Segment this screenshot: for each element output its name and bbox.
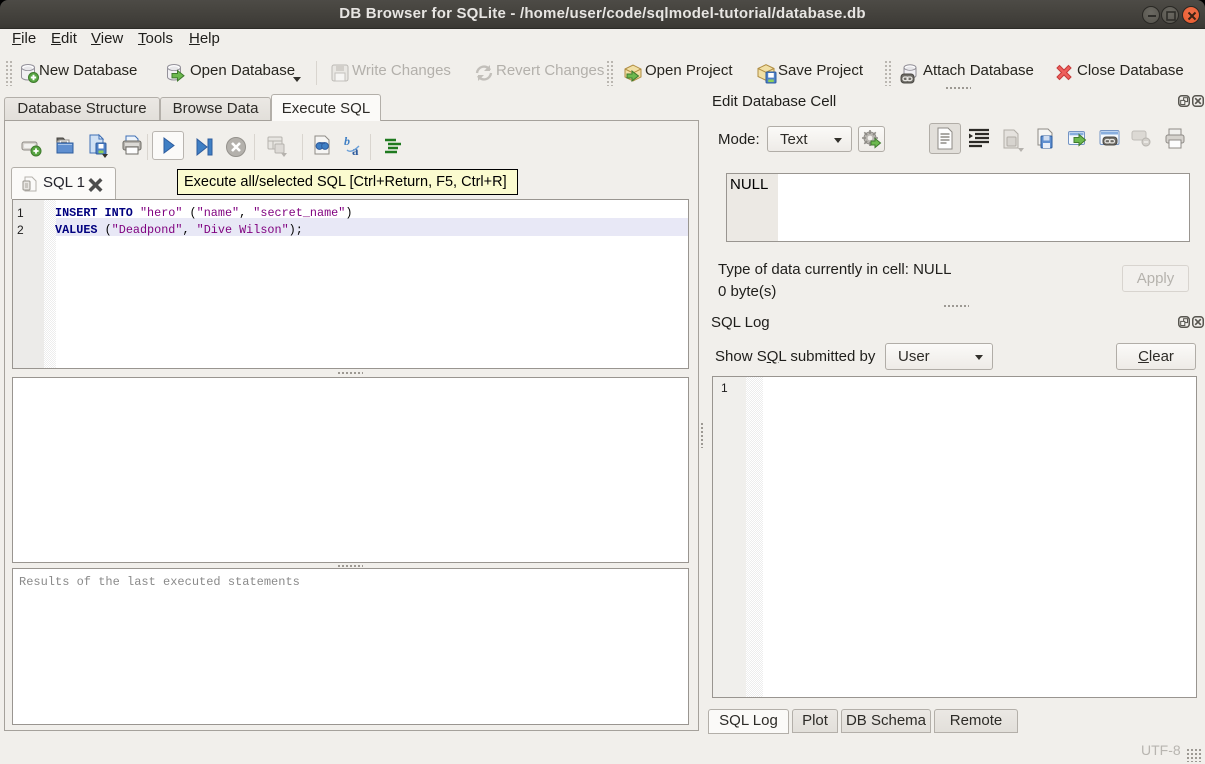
svg-text:b: b (344, 134, 350, 148)
